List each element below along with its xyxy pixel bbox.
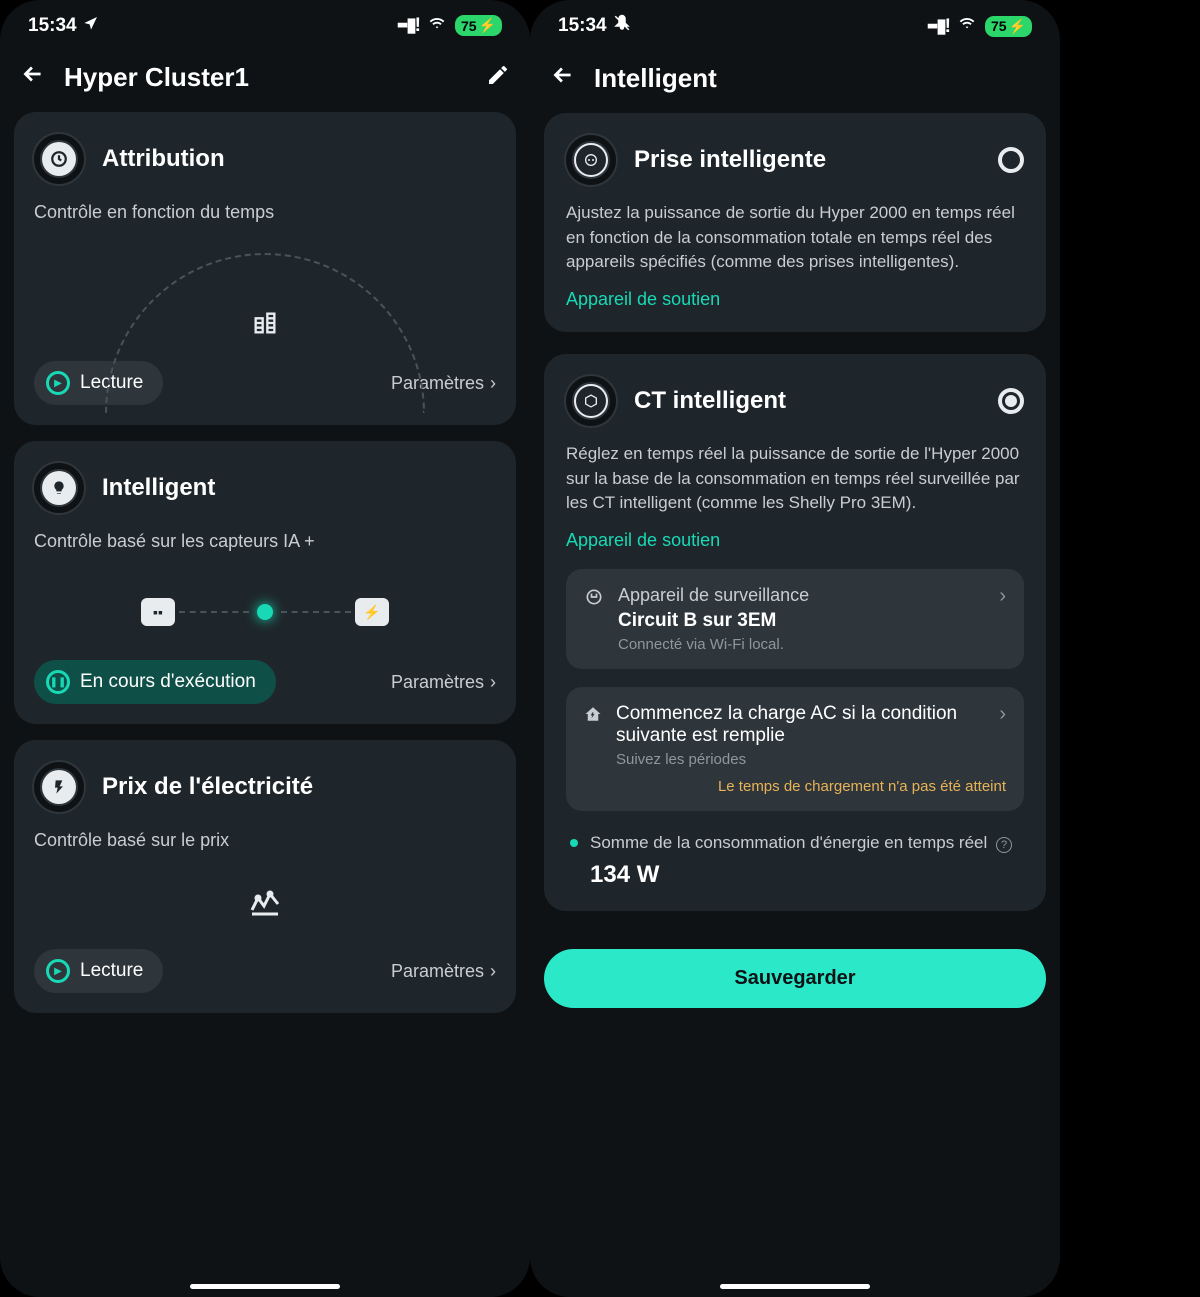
- card-title: Attribution: [102, 145, 225, 173]
- wifi-icon: [957, 15, 977, 37]
- price-icon: [34, 762, 84, 812]
- condition-meta: Suivez les périodes: [616, 751, 985, 768]
- metric-value: 134 W: [590, 861, 1012, 889]
- back-button[interactable]: [550, 62, 576, 95]
- wifi-icon: [427, 15, 447, 37]
- status-time: 15:34: [28, 15, 77, 37]
- price-diagram: [34, 871, 496, 941]
- page-title: Hyper Cluster1: [64, 62, 468, 93]
- play-icon: ▶: [46, 371, 70, 395]
- play-label: Lecture: [80, 960, 143, 982]
- card-subtitle: Contrôle en fonction du temps: [34, 202, 496, 223]
- metric-label: Somme de la consommation d'énergie en te…: [590, 831, 1012, 855]
- device-icon: ▪▪: [141, 598, 175, 626]
- condition-label: Commencez la charge AC si la condition s…: [616, 703, 985, 747]
- play-icon: ▶: [46, 959, 70, 983]
- house-icon: [584, 705, 602, 728]
- device-meta: Connecté via Wi-Fi local.: [618, 636, 985, 653]
- status-bar: 15:34 ▪▪▮! 75⚡: [0, 0, 530, 45]
- home-indicator[interactable]: [720, 1284, 870, 1289]
- card-subtitle: Contrôle basé sur les capteurs IA +: [34, 531, 496, 552]
- location-icon: [83, 15, 99, 37]
- realtime-metric: Somme de la consommation d'énergie en te…: [566, 831, 1024, 889]
- support-device-link[interactable]: Appareil de soutien: [566, 530, 1024, 551]
- chevron-right-icon: ›: [490, 672, 496, 693]
- mute-icon: [613, 14, 631, 38]
- card-title: CT intelligent: [634, 387, 786, 415]
- chevron-right-icon: ›: [999, 703, 1006, 726]
- plug-icon: [566, 135, 616, 185]
- chevron-right-icon: ›: [999, 585, 1006, 608]
- signal-icon: ▪▪▮!: [927, 15, 949, 38]
- card-intelligent: Intelligent Contrôle basé sur les capteu…: [14, 441, 516, 724]
- play-button[interactable]: ▶ Lecture: [34, 949, 163, 993]
- info-icon[interactable]: ?: [996, 837, 1012, 853]
- chevron-right-icon: ›: [490, 373, 496, 394]
- card-title: Intelligent: [102, 474, 215, 502]
- signal-icon: ▪▪▮!: [397, 14, 419, 37]
- save-button[interactable]: Sauvegarder: [544, 949, 1046, 1008]
- settings-link[interactable]: Paramètres ›: [391, 672, 496, 693]
- card-title: Prix de l'électricité: [102, 773, 313, 801]
- running-button[interactable]: ❚❚ En cours d'exécution: [34, 660, 276, 704]
- status-time: 15:34: [558, 15, 607, 37]
- card-attribution: Attribution Contrôle en fonction du temp…: [14, 112, 516, 425]
- chart-icon: [250, 890, 280, 923]
- running-label: En cours d'exécution: [80, 671, 256, 693]
- card-smart-plug: Prise intelligente Ajustez la puissance …: [544, 113, 1046, 332]
- cube-icon: [566, 376, 616, 426]
- back-button[interactable]: [20, 61, 46, 94]
- active-dot-icon: [257, 604, 273, 620]
- settings-link[interactable]: Paramètres ›: [391, 961, 496, 982]
- home-indicator[interactable]: [190, 1284, 340, 1289]
- edit-icon[interactable]: [486, 63, 510, 92]
- bulb-icon: [34, 463, 84, 513]
- warning-text: Le temps de chargement n'a pas été attei…: [584, 778, 1006, 795]
- flow-diagram: ▪▪ ⚡: [34, 572, 496, 652]
- card-description: Réglez en temps réel la puissance de sor…: [566, 442, 1024, 516]
- bolt-icon: ⚡: [355, 598, 389, 626]
- monitoring-device-row[interactable]: Appareil de surveillance Circuit B sur 3…: [566, 569, 1024, 669]
- plug-outline-icon: [584, 587, 604, 612]
- radio-smart-ct[interactable]: [998, 388, 1024, 414]
- device-value: Circuit B sur 3EM: [618, 610, 985, 632]
- pause-icon: ❚❚: [46, 670, 70, 694]
- status-bar: 15:34 ▪▪▮! 75⚡: [530, 0, 1060, 46]
- battery-indicator: 75⚡: [985, 16, 1032, 37]
- chevron-right-icon: ›: [490, 961, 496, 982]
- header: Intelligent: [530, 46, 1060, 113]
- battery-indicator: 75⚡: [455, 15, 502, 36]
- support-device-link[interactable]: Appareil de soutien: [566, 289, 1024, 310]
- card-smart-ct: CT intelligent Réglez en temps réel la p…: [544, 354, 1046, 911]
- screen-right: 15:34 ▪▪▮! 75⚡ Intelligent: [530, 0, 1060, 1297]
- card-description: Ajustez la puissance de sortie du Hyper …: [566, 201, 1024, 275]
- clock-icon: [34, 134, 84, 184]
- device-label: Appareil de surveillance: [618, 585, 985, 606]
- status-dot-icon: [570, 839, 578, 847]
- card-price: Prix de l'électricité Contrôle basé sur …: [14, 740, 516, 1013]
- time-diagram: [34, 243, 496, 353]
- header: Hyper Cluster1: [0, 45, 530, 112]
- radio-smart-plug[interactable]: [998, 147, 1024, 173]
- screen-left: 15:34 ▪▪▮! 75⚡ Hyper Cluster1: [0, 0, 530, 1297]
- card-subtitle: Contrôle basé sur le prix: [34, 830, 496, 851]
- page-title: Intelligent: [594, 63, 1040, 94]
- card-title: Prise intelligente: [634, 146, 826, 174]
- charge-condition-row[interactable]: Commencez la charge AC si la condition s…: [566, 687, 1024, 811]
